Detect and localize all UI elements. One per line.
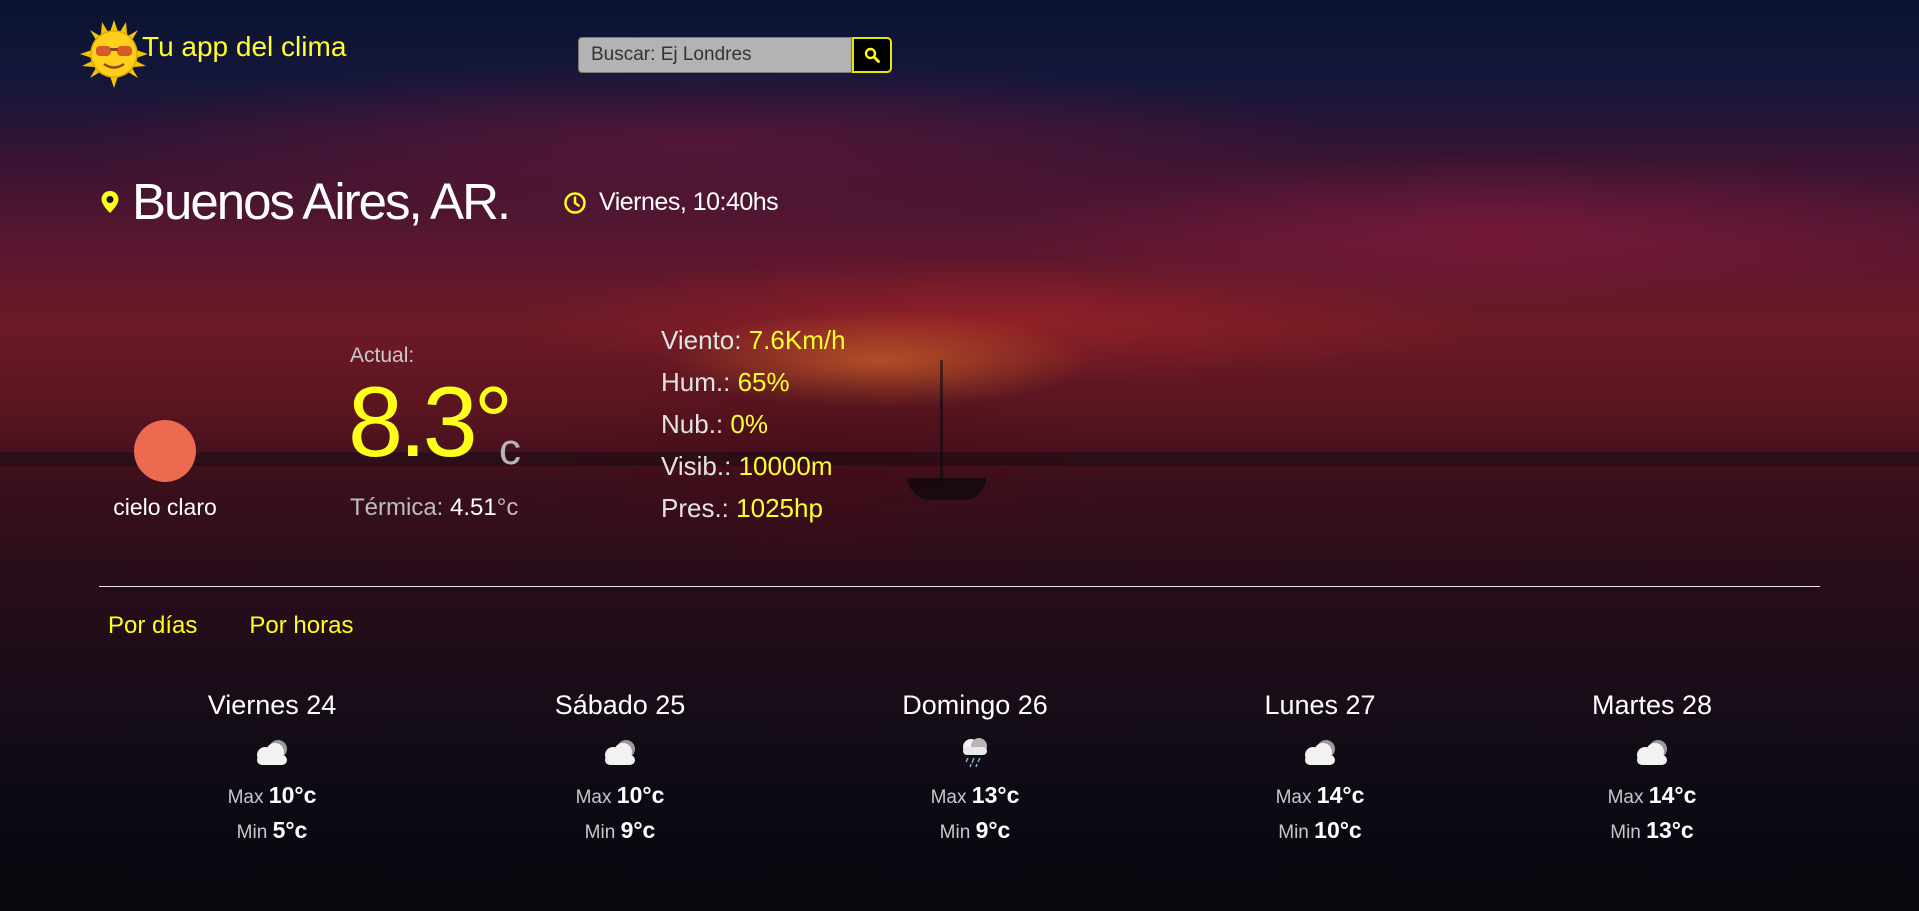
feels-like: Térmica: 4.51°c <box>350 494 518 522</box>
brand[interactable]: Tu app del clima <box>78 18 346 90</box>
temperature-unit: c <box>499 425 521 474</box>
max-temp: Max 13°c <box>855 782 1095 809</box>
detail-humidity: Hum.: 65% <box>661 364 846 406</box>
detail-wind: Viento: 7.6Km/h <box>661 322 846 364</box>
max-temp: Max 10°c <box>152 782 392 809</box>
max-value: 14°c <box>1648 782 1697 808</box>
min-label: Min <box>236 822 268 843</box>
min-label: Min <box>584 822 616 843</box>
weather-details: Viento: 7.6Km/h Hum.: 65% Nub.: 0% Visib… <box>661 322 846 532</box>
current-temperature: 8.3° <box>348 366 513 477</box>
forecast-day: Viernes 24 Max 10°c Min 5°c <box>152 690 392 844</box>
min-temp: Min 9°c <box>500 817 740 844</box>
detail-label: Visib.: <box>661 451 732 481</box>
max-label: Max <box>227 787 264 808</box>
min-value: 13°c <box>1646 817 1694 843</box>
sun-sunglasses-icon <box>80 20 148 88</box>
current-condition: cielo claro <box>100 420 230 521</box>
min-temp: Min 5°c <box>152 817 392 844</box>
feels-like-unit: °c <box>496 494 519 521</box>
min-label: Min <box>939 822 971 843</box>
max-value: 14°c <box>1316 782 1365 808</box>
max-temp: Max 14°c <box>1532 782 1772 809</box>
tab-por-dias[interactable]: Por días <box>108 612 197 640</box>
detail-pressure: Pres.: 1025hp <box>661 490 846 532</box>
background-horizon <box>0 452 1919 466</box>
day-name: Martes 28 <box>1591 690 1713 720</box>
max-temp: Max 14°c <box>1200 782 1440 809</box>
background-boat-mast <box>940 360 943 482</box>
max-label: Max <box>575 787 612 808</box>
min-label: Min <box>1610 822 1641 843</box>
detail-label: Pres.: <box>661 493 729 523</box>
search-button[interactable] <box>852 37 892 73</box>
min-value: 9°c <box>620 817 656 843</box>
detail-label: Nub.: <box>661 409 724 439</box>
forecast-day: Lunes 27 Max 14°c Min 10°c <box>1200 690 1440 844</box>
tab-por-horas[interactable]: Por horas <box>249 612 353 640</box>
clear-sky-icon <box>134 420 196 482</box>
actual-label: Actual: <box>350 344 415 367</box>
forecast-day: Sábado 25 Max 10°c Min 9°c <box>500 690 740 844</box>
city-name: Buenos Aires, AR. <box>132 173 511 230</box>
rain-cloud-icon <box>963 738 987 768</box>
min-label: Min <box>1278 822 1309 843</box>
min-value: 10°c <box>1314 817 1362 843</box>
app-title: Tu app del clima <box>142 31 347 62</box>
min-value: 9°c <box>975 817 1011 843</box>
day-time: Viernes, 10:40hs <box>599 188 779 216</box>
feels-like-label: Térmica: <box>350 494 444 521</box>
divider <box>99 586 1820 587</box>
day-name: Lunes 27 <box>1264 690 1376 720</box>
detail-label: Hum.: <box>661 367 731 397</box>
search-bar <box>578 37 892 73</box>
max-value: 10°c <box>616 782 665 808</box>
search-icon <box>864 47 880 63</box>
day-name: Sábado 25 <box>554 690 686 720</box>
condition-label: cielo claro <box>113 494 217 520</box>
day-name: Viernes 24 <box>207 690 337 720</box>
day-name: Domingo 26 <box>902 690 1048 720</box>
detail-label: Viento: <box>661 325 742 355</box>
detail-value: 65% <box>737 367 790 397</box>
cloudy-icon <box>605 740 635 765</box>
cloudy-icon <box>1637 740 1667 765</box>
detail-visibility: Visib.: 10000m <box>661 448 846 490</box>
max-value: 13°c <box>971 782 1020 808</box>
detail-clouds: Nub.: 0% <box>661 406 846 448</box>
detail-value: 10000m <box>738 451 833 481</box>
min-temp: Min 10°c <box>1200 817 1440 844</box>
location: Buenos Aires, AR. <box>100 172 511 231</box>
clock-icon <box>564 191 586 214</box>
forecast-day: Martes 28 Max 14°c Min 13°c <box>1532 690 1772 844</box>
background-boat <box>908 478 986 500</box>
local-time: Viernes, 10:40hs <box>563 188 779 217</box>
min-value: 5°c <box>272 817 308 843</box>
min-temp: Min 9°c <box>855 817 1095 844</box>
max-value: 10°c <box>268 782 317 808</box>
cloudy-icon <box>257 740 287 765</box>
search-input[interactable] <box>578 37 852 73</box>
forecast-tabs: Por días Por horas <box>108 612 405 640</box>
forecast-day: Domingo 26 Max 13°c Min 9°c <box>855 690 1095 844</box>
location-pin-icon <box>101 190 119 213</box>
max-label: Max <box>1275 787 1312 808</box>
feels-like-value: 4.51 <box>450 494 497 521</box>
max-label: Max <box>930 787 967 808</box>
max-temp: Max 10°c <box>500 782 740 809</box>
min-temp: Min 13°c <box>1532 817 1772 844</box>
detail-value: 1025hp <box>736 493 823 523</box>
detail-value: 0% <box>730 409 768 439</box>
max-label: Max <box>1607 787 1644 808</box>
detail-value: 7.6Km/h <box>748 325 846 355</box>
cloudy-icon <box>1305 740 1335 765</box>
